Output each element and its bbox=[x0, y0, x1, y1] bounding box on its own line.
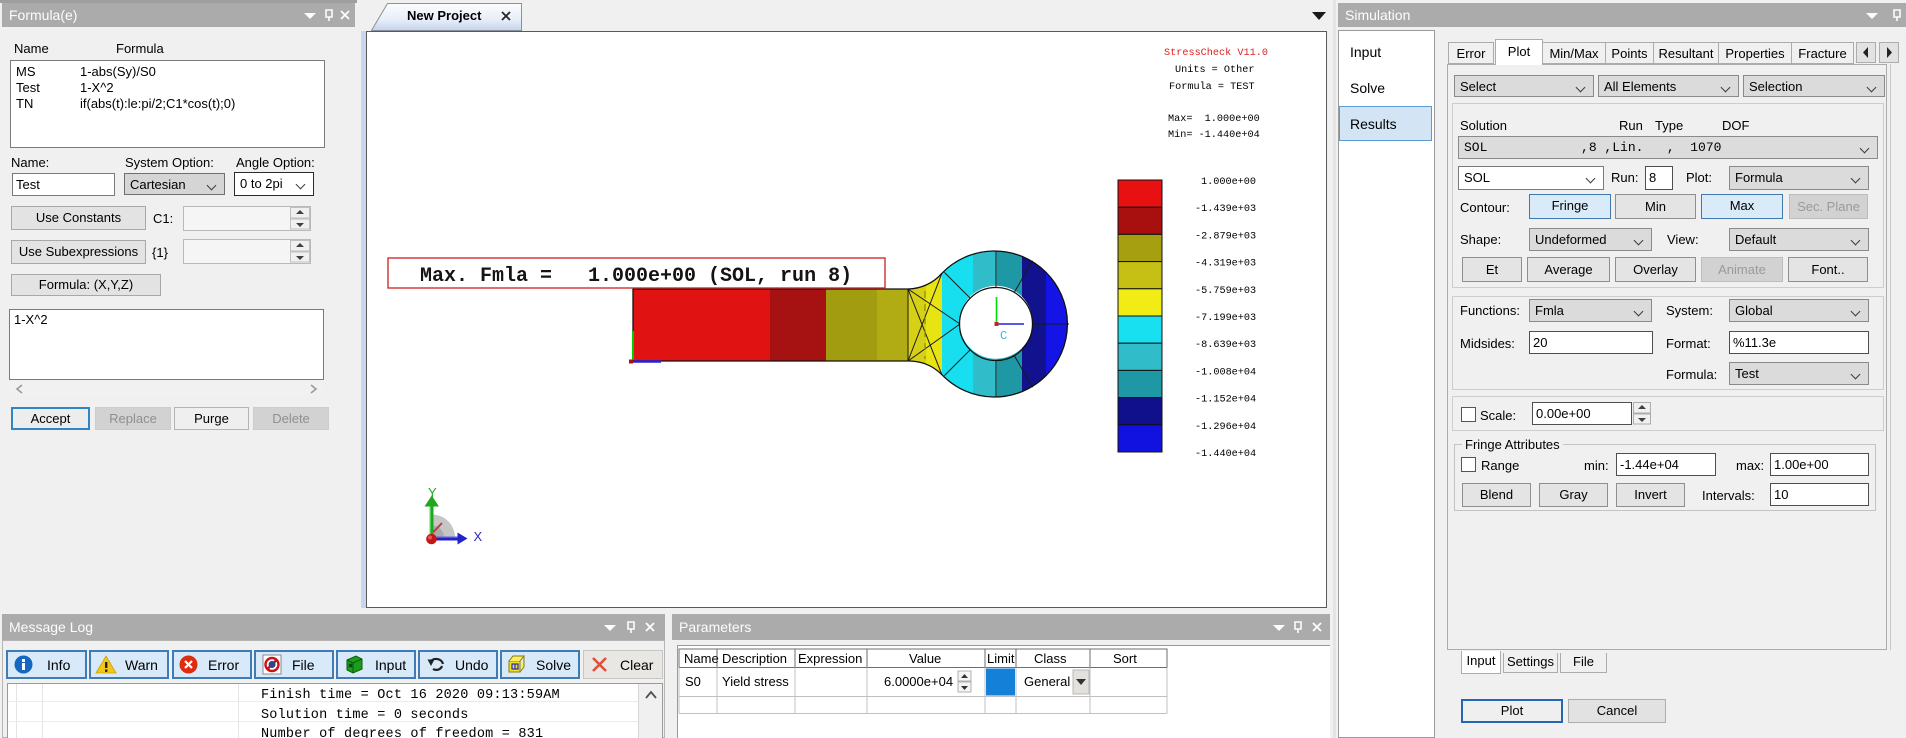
svg-text:S0: S0 bbox=[685, 674, 701, 689]
svg-text:-1.008e+04: -1.008e+04 bbox=[1195, 367, 1256, 378]
svg-text:Class: Class bbox=[1034, 651, 1067, 666]
svg-text:Max. Fmla = 1.000e+00 (SOL,: Max. Fmla = 1.000e+00 (SOL, run 8) bbox=[420, 265, 852, 288]
svg-text:Y: Y bbox=[428, 485, 437, 500]
svg-text:Min= -1.440e+04: Min= -1.440e+04 bbox=[1168, 129, 1260, 141]
svg-text:Max= 1.000e+00: Max= 1.000e+00 bbox=[1168, 114, 1260, 125]
svg-text:Limit: Limit bbox=[987, 651, 1015, 666]
svg-text:-8.639e+03: -8.639e+03 bbox=[1195, 340, 1256, 351]
svg-text:-5.759e+03: -5.759e+03 bbox=[1195, 286, 1256, 297]
svg-text:Expression: Expression bbox=[798, 651, 862, 666]
svg-text:Value: Value bbox=[909, 651, 941, 666]
svg-text:-7.199e+03: -7.199e+03 bbox=[1195, 313, 1256, 324]
svg-text:-1.152e+04: -1.152e+04 bbox=[1195, 395, 1256, 406]
svg-text:-4.319e+03: -4.319e+03 bbox=[1195, 259, 1256, 270]
svg-text:Units = Other: Units = Other bbox=[1175, 64, 1254, 76]
svg-text:1.000e+00: 1.000e+00 bbox=[1201, 177, 1256, 188]
svg-text:C: C bbox=[1000, 329, 1007, 343]
svg-text:Sort: Sort bbox=[1113, 651, 1137, 666]
svg-text:StressCheck V11.0: StressCheck V11.0 bbox=[1164, 47, 1268, 59]
svg-text:Yield stress: Yield stress bbox=[722, 674, 789, 689]
svg-text:Formula = TEST: Formula = TEST bbox=[1169, 81, 1255, 93]
svg-text:X: X bbox=[474, 529, 483, 544]
svg-text:-1.439e+03: -1.439e+03 bbox=[1195, 204, 1256, 215]
svg-text:General: General bbox=[1024, 674, 1070, 689]
svg-text:Description: Description bbox=[722, 651, 787, 666]
svg-text:Name: Name bbox=[684, 651, 719, 666]
svg-text:-1.296e+04: -1.296e+04 bbox=[1195, 422, 1256, 433]
svg-text:6.0000e+04: 6.0000e+04 bbox=[884, 674, 953, 689]
svg-text:-2.879e+03: -2.879e+03 bbox=[1195, 231, 1256, 242]
svg-text:-1.440e+04: -1.440e+04 bbox=[1195, 449, 1256, 460]
